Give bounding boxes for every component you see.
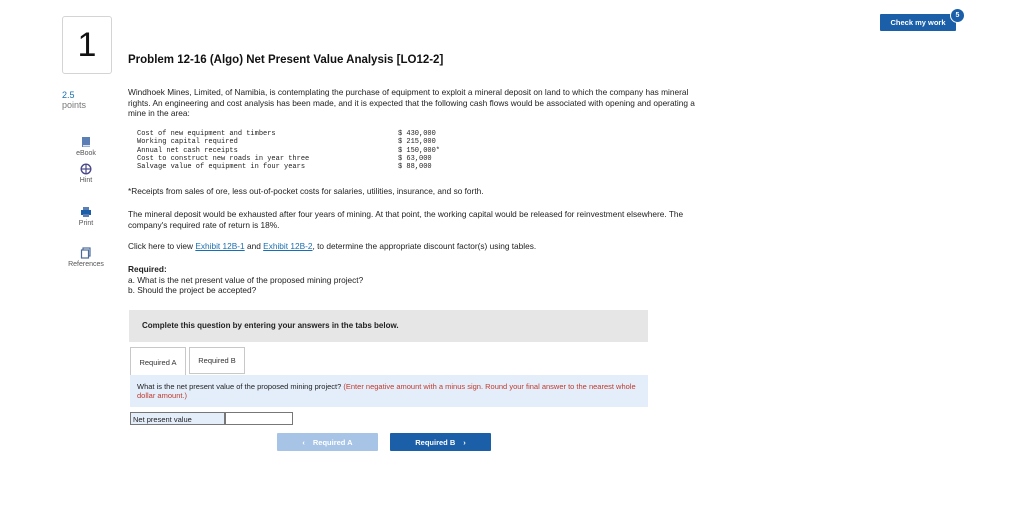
sidebar-item-label: Print — [78, 220, 94, 227]
required-a-text: a. What is the net present value of the … — [128, 274, 364, 285]
next-tab-button[interactable]: Required B › — [390, 433, 491, 451]
required-b-text: b. Should the project be accepted? — [128, 285, 257, 295]
problem-intro: Windhoek Mines, Limited, of Namibia, is … — [128, 87, 695, 118]
check-my-work-button[interactable]: Check my work — [880, 14, 956, 31]
check-count-badge: 5 — [950, 8, 965, 23]
sidebar-item-print[interactable]: Print — [62, 206, 110, 227]
problem-title: Problem 12-16 (Algo) Net Present Value A… — [128, 54, 444, 66]
exhibit-12b-2-link[interactable]: Exhibit 12B-2 — [263, 241, 312, 251]
prev-tab-label: Required A — [312, 437, 353, 447]
next-tab-label: Required B — [415, 437, 456, 447]
tabs-instruction-panel: Complete this question by entering your … — [129, 310, 648, 342]
tabs-instruction: Complete this question by entering your … — [142, 321, 399, 330]
cash-flow-value: $ 88,000 — [398, 163, 432, 172]
cash-flow-value: $ 215,000 — [398, 138, 436, 147]
question-number: 1 — [62, 16, 112, 74]
sidebar-item-hint[interactable]: Hint — [62, 163, 110, 184]
sidebar-item-label: eBook — [76, 150, 96, 157]
cash-flow-label: Working capital required — [137, 138, 238, 147]
cash-flow-label: Cost of new equipment and timbers — [137, 130, 276, 138]
exhibit-prefix: Click here to view — [128, 241, 196, 251]
book-icon — [82, 137, 90, 147]
sidebar-item-ebook[interactable]: eBook — [62, 136, 110, 157]
required-heading: Required: — [128, 264, 167, 274]
cash-flow-label: Cost to construct new roads in year thre… — [137, 154, 310, 163]
footnote: *Receipts from sales of ore, less out-of… — [128, 186, 484, 196]
cash-flow-label: Annual net cash receipts — [137, 146, 238, 155]
exhibit-line: Click here to view Exhibit 12B-1 and Exh… — [128, 241, 698, 252]
prev-tab-button[interactable]: ‹ Required A — [277, 433, 378, 451]
cash-flow-values: $ 430,000 $ 215,000 $ 150,000* $ 63,000 … — [398, 130, 440, 171]
sidebar-item-label: Hint — [79, 177, 93, 184]
sidebar-item-label: References — [68, 261, 104, 268]
tab-required-a[interactable]: Required A — [130, 347, 186, 376]
points-label: points — [62, 100, 87, 110]
chevron-left-icon: ‹ — [302, 437, 305, 447]
sidebar-item-references[interactable]: References — [62, 247, 110, 268]
problem-paragraph-2: The mineral deposit would be exhausted a… — [128, 209, 684, 230]
exhibit-12b-1-link[interactable]: Exhibit 12B-1 — [195, 241, 244, 251]
hint-icon — [80, 163, 92, 175]
points-value: 2.5 points — [62, 90, 86, 110]
tab-required-b[interactable]: Required B — [189, 347, 245, 374]
answer-question: What is the net present value of the pro… — [137, 382, 342, 391]
print-icon — [81, 207, 91, 217]
net-present-value-input[interactable] — [225, 412, 293, 425]
points-number: 2.5 — [62, 90, 75, 100]
answer-question-box: What is the net present value of the pro… — [130, 375, 648, 407]
cash-flow-value: $ 430,000 — [398, 130, 436, 138]
cash-flow-value: $ 63,000 — [398, 154, 432, 163]
net-present-value-label: Net present value — [130, 412, 225, 425]
references-icon — [80, 247, 91, 259]
chevron-right-icon: › — [463, 437, 466, 447]
required-section: Required: a. What is the net present val… — [128, 264, 698, 296]
exhibit-and: and — [244, 241, 264, 251]
cash-flow-labels: Cost of new equipment and timbers Workin… — [137, 130, 309, 171]
cash-flow-value: $ 150,000* — [398, 146, 441, 155]
cash-flow-label: Salvage value of equipment in four years — [137, 163, 306, 172]
exhibit-suffix: , to determine the appropriate discount … — [312, 241, 537, 251]
